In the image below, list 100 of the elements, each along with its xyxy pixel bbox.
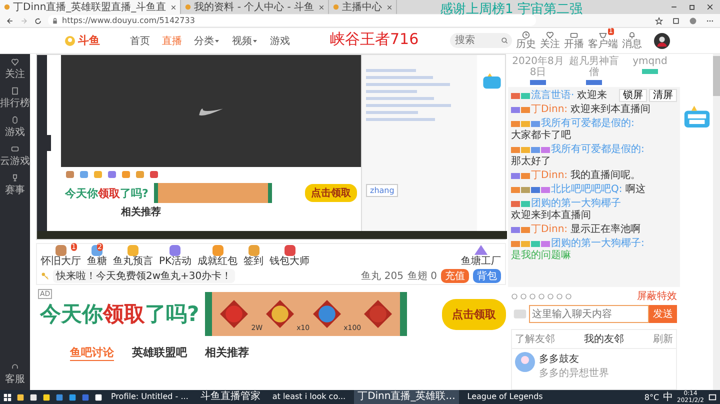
notification-icon[interactable] (708, 392, 717, 402)
history-icon[interactable] (522, 31, 530, 39)
pad-icon[interactable] (11, 145, 19, 153)
taskbar-app[interactable]: League of Legends (463, 390, 547, 404)
lock-button[interactable]: 锁屏 (619, 89, 647, 102)
heart-icon[interactable] (546, 31, 554, 39)
start-icon[interactable] (3, 392, 12, 402)
heart-icon[interactable] (11, 58, 19, 66)
header-action-link[interactable]: 历史 (516, 39, 536, 50)
favorite-icon[interactable] (655, 16, 663, 24)
gift-label[interactable]: 鱼塘工厂 (461, 256, 501, 268)
section-tab[interactable]: 相关推荐 (205, 345, 249, 361)
list-icon[interactable] (11, 87, 19, 95)
taskbar-app[interactable]: Profile: Untitled - ... (107, 390, 192, 404)
tab-favicon-icon (333, 4, 340, 10)
sidebar-link[interactable]: 游戏 (5, 125, 25, 139)
taskbar-app[interactable]: at least i look co... (268, 390, 350, 404)
sidebar-link[interactable]: 赛事 (5, 183, 25, 197)
message-text: 欢迎来到本直播间 (511, 210, 591, 222)
nav-link[interactable]: 游戏 (270, 34, 290, 48)
gift-icon[interactable] (282, 245, 298, 256)
message-text: 我的直播间呢。 (570, 170, 641, 182)
sidebar-link[interactable]: 云游戏 (0, 154, 30, 168)
ad-headline[interactable]: 今天你领取了吗? (40, 300, 200, 328)
headset-icon[interactable] (11, 363, 19, 371)
scrollbar[interactable] (713, 54, 720, 390)
gift-label[interactable]: 鱼丸预言 (113, 256, 153, 268)
header-action-link[interactable]: 关注 (540, 39, 560, 50)
header-action-link[interactable]: 消息 (622, 39, 642, 50)
reload-icon[interactable] (34, 16, 42, 24)
gift-label[interactable]: 鱼糖 (87, 256, 107, 268)
message-text: 啊这 (625, 184, 646, 196)
sidebar-link[interactable]: 关注 (5, 67, 25, 81)
close-icon[interactable] (319, 4, 324, 10)
taskbar-app[interactable]: 斗鱼直播管家 (196, 390, 264, 404)
yuchi-count: 鱼翅 0 (407, 270, 437, 283)
claim-button[interactable]: 点击领取 (442, 298, 506, 330)
chat-input[interactable]: 这里输入聊天内容 (529, 305, 649, 323)
overlay-caption: 感谢上周榜1 宇宙第二强 (440, 1, 582, 18)
sidebar-link[interactable]: 客服 (5, 372, 25, 386)
message-text: 欢迎来 (577, 90, 608, 102)
message-text: 大家都卡了吧 (511, 130, 571, 142)
mascot-icon (683, 104, 711, 130)
camera-icon[interactable] (570, 31, 578, 39)
address-bar[interactable]: https://www.douyu.com/5142733 (48, 15, 536, 26)
gift-icon[interactable] (167, 245, 184, 256)
clear-button[interactable]: 清屏 (649, 89, 677, 102)
lock-icon (52, 18, 58, 24)
gift-label[interactable]: PK活动 (159, 256, 192, 268)
refresh-link[interactable]: 刷新 (653, 332, 673, 346)
gift-label[interactable]: 怀旧大厅 (41, 256, 81, 268)
gift-label[interactable]: 签到 (244, 256, 264, 268)
gift-icon[interactable] (53, 245, 69, 256)
restore-icon[interactable] (688, 3, 696, 11)
sidebar-link[interactable]: 排行榜 (0, 96, 30, 110)
notice-text: 快来啦！今天免费领2w鱼丸+30办卡！ (53, 269, 235, 283)
ime-indicator[interactable]: 中 (663, 390, 674, 404)
message-text: 欢迎来到本直播间 (570, 104, 651, 116)
tab-favicon-icon (4, 4, 10, 10)
overlay-caption: 峡谷王者716 (330, 30, 419, 49)
logo-text[interactable]: 斗鱼 (78, 33, 100, 48)
tab-favicon-icon (185, 4, 192, 10)
section-title: 相关推荐 (121, 206, 161, 219)
key-icon (41, 272, 49, 280)
taskbar-app[interactable]: 丁Dinn直播_英雄联... (354, 390, 460, 404)
profile-icon[interactable] (689, 16, 697, 24)
section-tab[interactable]: 英雄联盟吧 (132, 345, 187, 361)
loading-icon (197, 106, 225, 116)
client-icon[interactable] (599, 31, 607, 39)
search-field[interactable]: 搜索 (450, 33, 512, 48)
nav-link[interactable]: 分类 (194, 34, 214, 48)
avatar-icon[interactable] (654, 32, 670, 48)
about-link[interactable]: 了解友邻 (515, 332, 555, 346)
ad-headline: 今天你领取了吗? (65, 186, 148, 200)
header-action-link[interactable]: 开播 (564, 39, 584, 50)
weather-text: 8°C (644, 392, 660, 402)
message-text: 显示正在率池啊 (570, 224, 641, 236)
close-icon[interactable] (706, 3, 714, 11)
user-name[interactable]: 多多鼓友 (539, 352, 609, 366)
back-icon[interactable] (6, 16, 14, 24)
mouse-icon[interactable] (11, 116, 19, 124)
nav-link[interactable]: 首页 (130, 34, 150, 48)
close-icon[interactable] (387, 4, 392, 10)
caret-icon[interactable] (214, 38, 220, 44)
block-effects-toggle[interactable]: 屏蔽特效 (637, 289, 677, 303)
header-action-link[interactable]: 客户端 (588, 39, 618, 50)
ime-candidate: zhang (366, 184, 398, 197)
gift-icon[interactable] (473, 245, 489, 256)
caret-icon[interactable] (252, 38, 258, 44)
nav-link[interactable]: 视频 (232, 34, 252, 48)
user-bio: 多多的异想世界 (539, 366, 609, 380)
gift-label[interactable]: 钱包大师 (270, 256, 310, 268)
close-icon[interactable] (171, 4, 176, 10)
message-text: 那太好了 (511, 156, 551, 168)
bell-icon[interactable] (628, 31, 636, 39)
browser-tab[interactable]: 丁Dinn直播_英雄联盟直播_斗鱼直 (0, 0, 182, 14)
panel-title: 我的友邻 (584, 332, 624, 346)
trophy-icon[interactable] (11, 174, 19, 182)
collections-icon[interactable] (672, 16, 680, 24)
gift-label[interactable]: 成就红包 (198, 256, 238, 268)
